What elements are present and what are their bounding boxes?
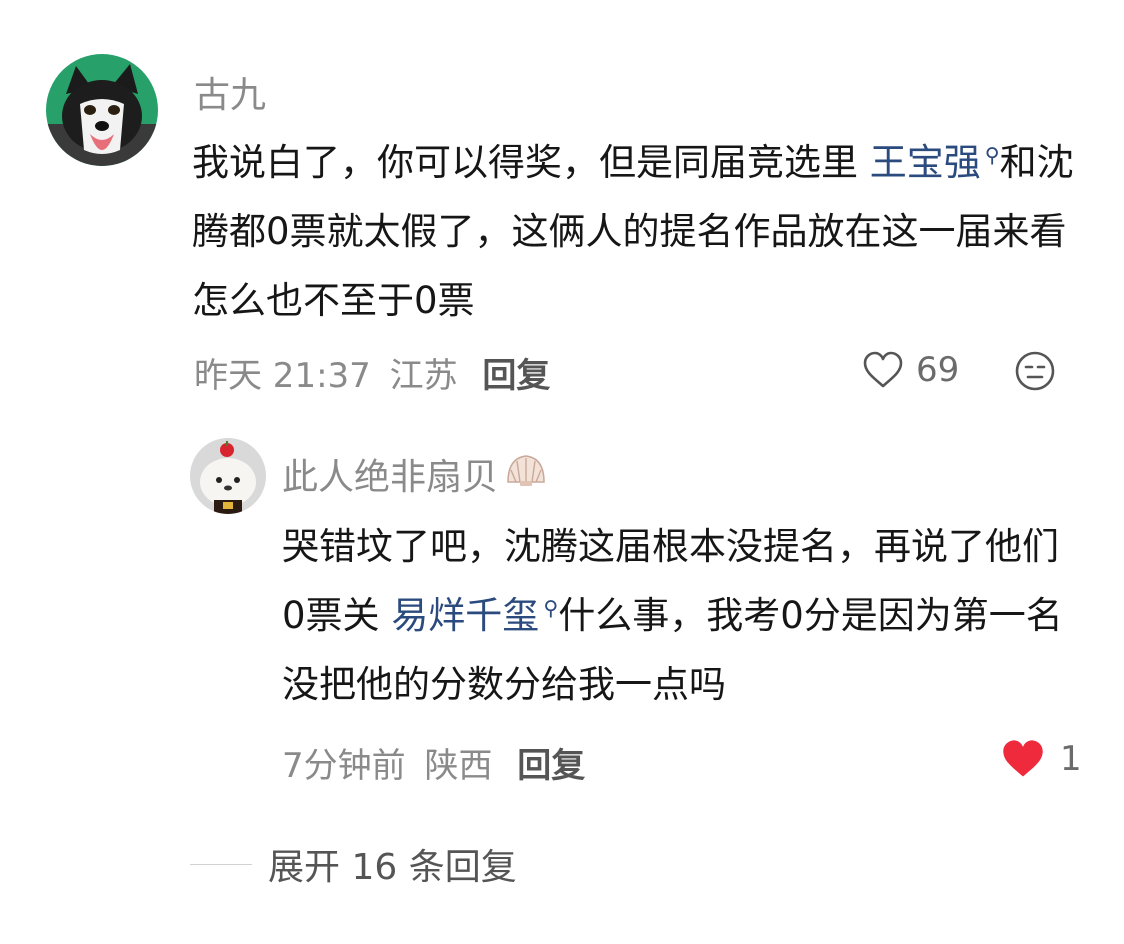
reply-mention-link[interactable]: 易烊千玺 ⚲	[391, 594, 558, 637]
like-button[interactable]: 69	[862, 350, 959, 390]
reply-mention-link-text[interactable]: 易烊千玺	[391, 594, 539, 637]
like-count: 69	[916, 350, 960, 390]
reply-like-button[interactable]: 1	[1000, 738, 1082, 780]
mention-link-text[interactable]: 王宝强	[870, 141, 981, 184]
reply-meta: 7分钟前 陕西 回复	[282, 738, 585, 787]
scallop-shell-icon	[504, 452, 548, 497]
username[interactable]: 古九	[194, 66, 266, 118]
reply-username[interactable]: 此人绝非扇贝	[282, 448, 548, 500]
cartoon-plush-avatar	[190, 438, 266, 514]
reply-timestamp: 7分钟前	[282, 746, 406, 786]
comment-text-before: 我说白了，你可以得奖，但是同届竞选里	[192, 141, 870, 184]
reply-like-count: 1	[1060, 739, 1082, 779]
divider	[190, 863, 252, 865]
reply-location: 陕西	[424, 746, 493, 786]
search-icon: ⚲	[984, 142, 1000, 167]
reply-reply-button[interactable]: 回复	[517, 746, 585, 786]
heart-outline-icon	[862, 351, 904, 389]
neutral-face-icon	[1014, 351, 1056, 396]
husky-dog-avatar	[46, 54, 158, 166]
reply-username-text: 此人绝非扇贝	[282, 457, 499, 498]
reply-text: 哭错坟了吧，沈腾这届根本没提名，再说了他们0票关 易烊千玺 ⚲什么事，我考0分是因…	[282, 512, 1082, 719]
search-icon: ⚲	[543, 595, 559, 620]
timestamp: 昨天 21:37	[194, 356, 371, 396]
expand-replies-label: 展开 16 条回复	[268, 847, 517, 888]
comment-text: 我说白了，你可以得奖，但是同届竞选里 王宝强 ⚲和沈腾都0票就太假了，这俩人的提名…	[192, 128, 1082, 335]
emoji-button[interactable]	[1014, 350, 1056, 396]
location: 江苏	[389, 356, 458, 396]
expand-replies-button[interactable]: 展开 16 条回复	[190, 838, 517, 890]
avatar[interactable]	[46, 54, 158, 166]
comment-meta: 昨天 21:37 江苏 回复	[194, 348, 550, 397]
mention-link[interactable]: 王宝强 ⚲	[870, 141, 1000, 184]
heart-filled-icon	[1000, 738, 1046, 780]
reply-button[interactable]: 回复	[482, 356, 550, 396]
reply-avatar[interactable]	[190, 438, 266, 514]
